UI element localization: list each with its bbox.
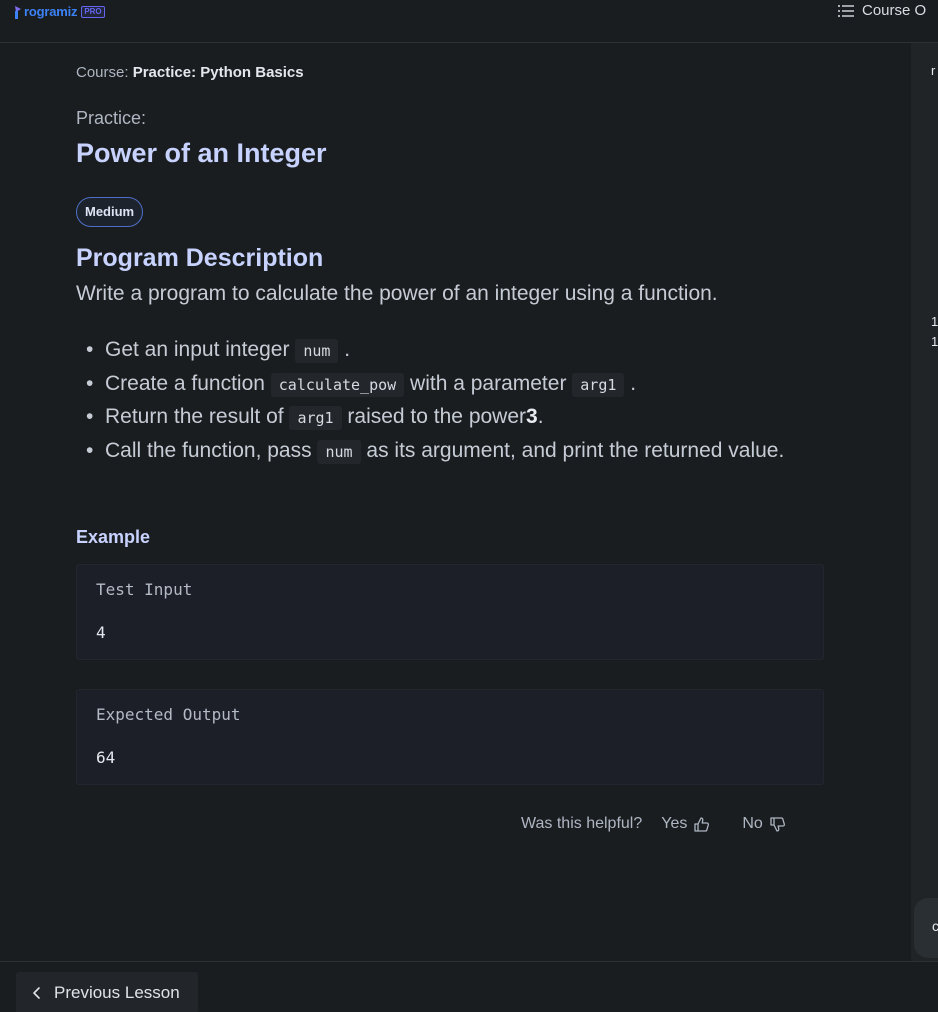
course-outline-label: Course O [862, 2, 927, 19]
right-panel-fragment: 1 [931, 334, 938, 349]
difficulty-badge: Medium [76, 197, 144, 227]
test-input-value: 4 [96, 623, 106, 642]
list-item-text: . [537, 405, 544, 428]
list-item-text: . [630, 371, 637, 395]
expected-output-value: 64 [96, 748, 116, 767]
list-item-text: with a parameter [410, 371, 567, 395]
previous-lesson-button[interactable]: Previous Lesson [16, 972, 198, 1012]
right-panel-toggle[interactable]: c [914, 898, 938, 958]
program-description: Write a program to calculate the power o… [76, 282, 718, 305]
list-item-text: Call the function, pass [105, 438, 312, 462]
list-item: Get an input integer num . [84, 334, 804, 368]
section-heading: Program Description [76, 244, 324, 272]
list-item-text: . [344, 338, 351, 361]
thumbs-up-icon [694, 816, 710, 832]
breadcrumb: Course: Practice: Python Basics [76, 64, 304, 81]
feedback-prompt: Was this helpful? Yes No [521, 815, 786, 833]
feedback-question: Was this helpful? [521, 815, 643, 832]
expected-output-label: Expected Output [96, 705, 241, 724]
right-panel-fragment: c [932, 918, 938, 934]
list-item-text: as its argument, and print the returned … [366, 438, 785, 462]
test-input-box: Test Input 4 [76, 564, 824, 660]
breadcrumb-course-link[interactable]: Practice: Python Basics [133, 64, 304, 81]
no-label: No [742, 815, 763, 832]
inline-code: calculate_pow [270, 372, 405, 397]
list-item: Create a function calculate_pow with a p… [84, 368, 804, 402]
list-item-text: Create a function [105, 371, 265, 395]
list-item-text: Get an input integer [105, 338, 290, 361]
list-item: Return the result of arg1 raised to the … [84, 401, 804, 435]
right-panel: r 1 1 [911, 43, 938, 961]
practice-label: Practice: [76, 108, 147, 128]
list-item-text: Return the result of [105, 405, 284, 428]
programiz-logo-icon [14, 5, 23, 19]
logo-text: rogramiz [24, 4, 78, 19]
inline-code: num [295, 339, 339, 363]
test-input-label: Test Input [96, 580, 193, 599]
yes-label: Yes [661, 815, 688, 832]
right-panel-fragment: 1 [931, 314, 938, 329]
previous-lesson-label: Previous Lesson [54, 983, 180, 1002]
list-item-text: raised to the power [347, 405, 527, 428]
inline-code: arg1 [572, 372, 625, 397]
pro-badge: PRO [81, 5, 105, 18]
programiz-logo[interactable]: rogramiz PRO [14, 4, 105, 19]
expected-output-box: Expected Output 64 [76, 689, 824, 785]
inline-code: arg1 [289, 406, 342, 430]
list-icon [838, 4, 854, 17]
inline-code: num [317, 439, 361, 464]
top-bar: rogramiz PRO Course O [0, 0, 938, 43]
breadcrumb-prefix: Course: [76, 64, 129, 81]
page-title: Power of an Integer [76, 138, 327, 168]
chevron-left-icon [33, 987, 40, 999]
requirements-list: Get an input integer num . Create a func… [84, 334, 804, 468]
course-outline-button[interactable]: Course O [836, 2, 926, 19]
thumbs-down-icon [770, 816, 785, 832]
power-value: 3 [526, 405, 538, 428]
no-button[interactable]: No [742, 815, 785, 833]
bottom-bar: Previous Lesson [0, 961, 938, 1012]
right-panel-fragment: r [931, 63, 936, 78]
list-item: Call the function, pass num as its argum… [84, 435, 804, 469]
yes-button[interactable]: Yes [661, 815, 710, 833]
example-heading: Example [76, 527, 151, 547]
